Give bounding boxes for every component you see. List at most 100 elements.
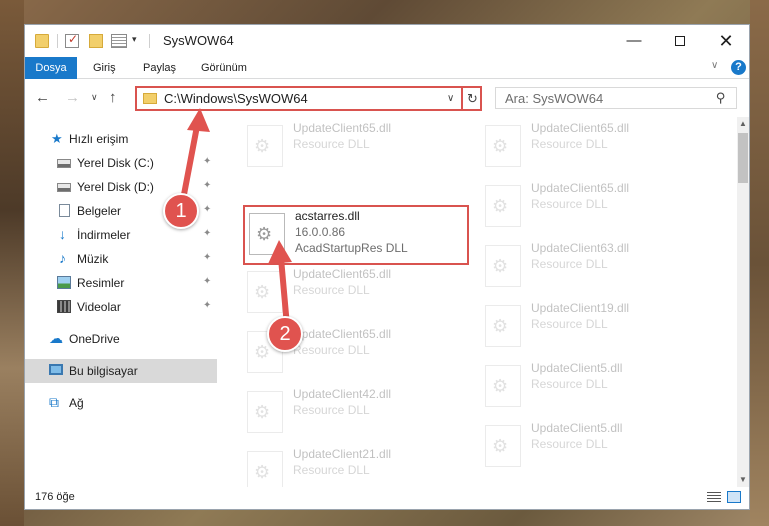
sidebar-item-label: Bu bilgisayar <box>69 364 138 378</box>
file-name: UpdateClient5.dll <box>531 361 623 375</box>
file-type: Resource DLL <box>531 197 608 211</box>
tab-view[interactable]: Görünüm <box>201 57 247 79</box>
tab-home[interactable]: Giriş <box>93 57 116 79</box>
dll-gear-icon: ⚙ <box>485 305 521 347</box>
search-icon[interactable]: ⚲ <box>716 90 726 106</box>
file-name: UpdateClient19.dll <box>531 301 630 315</box>
file-type: Resource DLL <box>293 137 370 151</box>
file-name: UpdateClient42.dll <box>293 387 392 401</box>
address-bar[interactable]: C:\Windows\SysWOW64 ∨ ↻ <box>135 86 482 111</box>
view-options-icon[interactable] <box>111 34 127 48</box>
recent-locations-chevron-icon[interactable]: ∨ <box>91 92 98 103</box>
pin-icon[interactable]: ✦ <box>203 300 211 311</box>
folder-icon <box>35 34 49 48</box>
file-item[interactable]: ⚙ UpdateClient42.dll Resource DLL <box>243 385 473 441</box>
computer-icon <box>49 364 63 375</box>
file-name: UpdateClient65.dll <box>293 121 392 135</box>
scroll-up-icon[interactable]: ▲ <box>737 117 749 131</box>
sidebar-item-label: Hızlı erişim <box>69 132 129 146</box>
search-box[interactable]: Ara: SysWOW64 ⚲ <box>495 87 737 109</box>
pin-icon[interactable]: ✦ <box>203 276 211 287</box>
file-item[interactable]: ⚙ UpdateClient5.dll Resource DLL <box>481 419 711 475</box>
dll-gear-icon: ⚙ <box>247 125 283 167</box>
sidebar-item-label: Ağ <box>69 396 84 410</box>
maximize-icon <box>675 36 685 47</box>
up-button[interactable]: ↑ <box>109 89 117 106</box>
pictures-icon <box>57 276 71 289</box>
pin-icon[interactable]: ✦ <box>203 252 211 263</box>
disk-icon <box>57 159 71 168</box>
sidebar-item-label: Yerel Disk (D:) <box>77 180 154 194</box>
minimize-button[interactable]: — <box>611 25 657 57</box>
scroll-down-icon[interactable]: ▼ <box>737 473 749 487</box>
file-item[interactable]: ⚙ UpdateClient63.dll Resource DLL <box>481 239 711 295</box>
sidebar-item-label: Videolar <box>77 300 121 314</box>
file-name: UpdateClient65.dll <box>293 327 392 341</box>
file-item[interactable]: ⚙ UpdateClient65.dll Resource DLL <box>481 119 711 175</box>
scroll-thumb[interactable] <box>738 133 748 183</box>
file-type: Resource DLL <box>531 317 608 331</box>
address-path[interactable]: C:\Windows\SysWOW64 <box>164 91 308 106</box>
file-item[interactable]: ⚙ UpdateClient21.dll Resource DLL <box>243 445 473 487</box>
sidebar-item-network[interactable]: ⧉ Ağ <box>25 391 217 415</box>
file-item[interactable]: ⚙ UpdateClient19.dll Resource DLL <box>481 299 711 355</box>
file-name: UpdateClient21.dll <box>293 447 392 461</box>
refresh-button[interactable]: ↻ <box>461 88 482 109</box>
folder-icon <box>143 93 157 104</box>
maximize-button[interactable] <box>657 25 703 57</box>
file-item[interactable]: ⚙ UpdateClient65.dll Resource DLL <box>481 179 711 235</box>
tab-share[interactable]: Paylaş <box>143 57 176 79</box>
sidebar-item-label: Resimler <box>77 276 125 290</box>
dll-gear-icon: ⚙ <box>485 125 521 167</box>
pin-icon[interactable]: ✦ <box>203 204 211 215</box>
sidebar-item-label: Belgeler <box>77 204 122 218</box>
network-icon: ⧉ <box>49 394 59 410</box>
sidebar-item-onedrive[interactable]: ☁ OneDrive <box>25 327 217 351</box>
address-dropdown-icon[interactable]: ∨ <box>447 93 454 104</box>
sidebar-item-this-pc[interactable]: Bu bilgisayar <box>25 359 217 383</box>
music-icon: ♪ <box>59 250 66 266</box>
file-name: UpdateClient65.dll <box>531 181 630 195</box>
file-type: Resource DLL <box>293 463 370 477</box>
sidebar-item-videos[interactable]: Videolar ✦ <box>25 295 217 319</box>
title-divider <box>149 34 150 48</box>
file-type: Resource DLL <box>293 283 370 297</box>
disk-icon <box>57 183 71 192</box>
quick-access-dropdown-icon[interactable]: ▾ <box>132 34 137 45</box>
dll-gear-icon: ⚙ <box>485 185 521 227</box>
pin-icon[interactable]: ✦ <box>203 156 211 167</box>
new-folder-icon[interactable] <box>89 34 103 48</box>
step-2-badge: 2 <box>267 316 303 352</box>
file-name: UpdateClient65.dll <box>293 267 392 281</box>
forward-button[interactable]: → <box>65 89 80 106</box>
file-type: Resource DLL <box>531 257 608 271</box>
sidebar-item-pictures[interactable]: Resimler ✦ <box>25 271 217 295</box>
status-bar: 176 öğe <box>25 487 749 509</box>
pin-icon[interactable]: ✦ <box>203 228 211 239</box>
details-view-icon[interactable] <box>707 492 721 503</box>
file-type: Resource DLL <box>531 377 608 391</box>
pin-icon[interactable]: ✦ <box>203 180 211 191</box>
downloads-icon: ↓ <box>59 226 66 242</box>
search-input[interactable]: Ara: SysWOW64 <box>505 91 603 106</box>
tab-file[interactable]: Dosya <box>25 57 77 79</box>
sidebar-item-label: Müzik <box>77 252 109 266</box>
file-item[interactable]: ⚙ UpdateClient65.dll Resource DLL <box>243 119 473 175</box>
file-item[interactable]: ⚙ UpdateClient5.dll Resource DLL <box>481 359 711 415</box>
title-bar: ▾ SysWOW64 — ✕ <box>25 25 749 57</box>
ribbon-expand-chevron-icon[interactable]: ∨ <box>711 60 718 71</box>
back-button[interactable]: ← <box>35 89 50 106</box>
sidebar-item-local-disk-c[interactable]: Yerel Disk (C:) ✦ <box>25 151 217 175</box>
file-type: Resource DLL <box>293 343 370 357</box>
file-item[interactable]: ⚙ UpdateClient65.dll Resource DLL <box>243 265 473 321</box>
help-icon[interactable]: ? <box>731 60 746 75</box>
desktop-wallpaper-right <box>750 0 769 526</box>
vertical-scrollbar[interactable]: ▲ ▼ <box>737 117 749 487</box>
tiles-view-icon[interactable] <box>727 491 741 503</box>
documents-icon <box>59 204 70 217</box>
sidebar-item-music[interactable]: ♪ Müzik ✦ <box>25 247 217 271</box>
properties-check-icon[interactable] <box>65 32 79 48</box>
sidebar-item-quick-access[interactable]: ★ Hızlı erişim <box>25 127 217 151</box>
close-button[interactable]: ✕ <box>703 25 749 57</box>
navigation-bar: ← → ∨ ↑ C:\Windows\SysWOW64 ∨ ↻ Ara: Sys… <box>25 79 749 117</box>
